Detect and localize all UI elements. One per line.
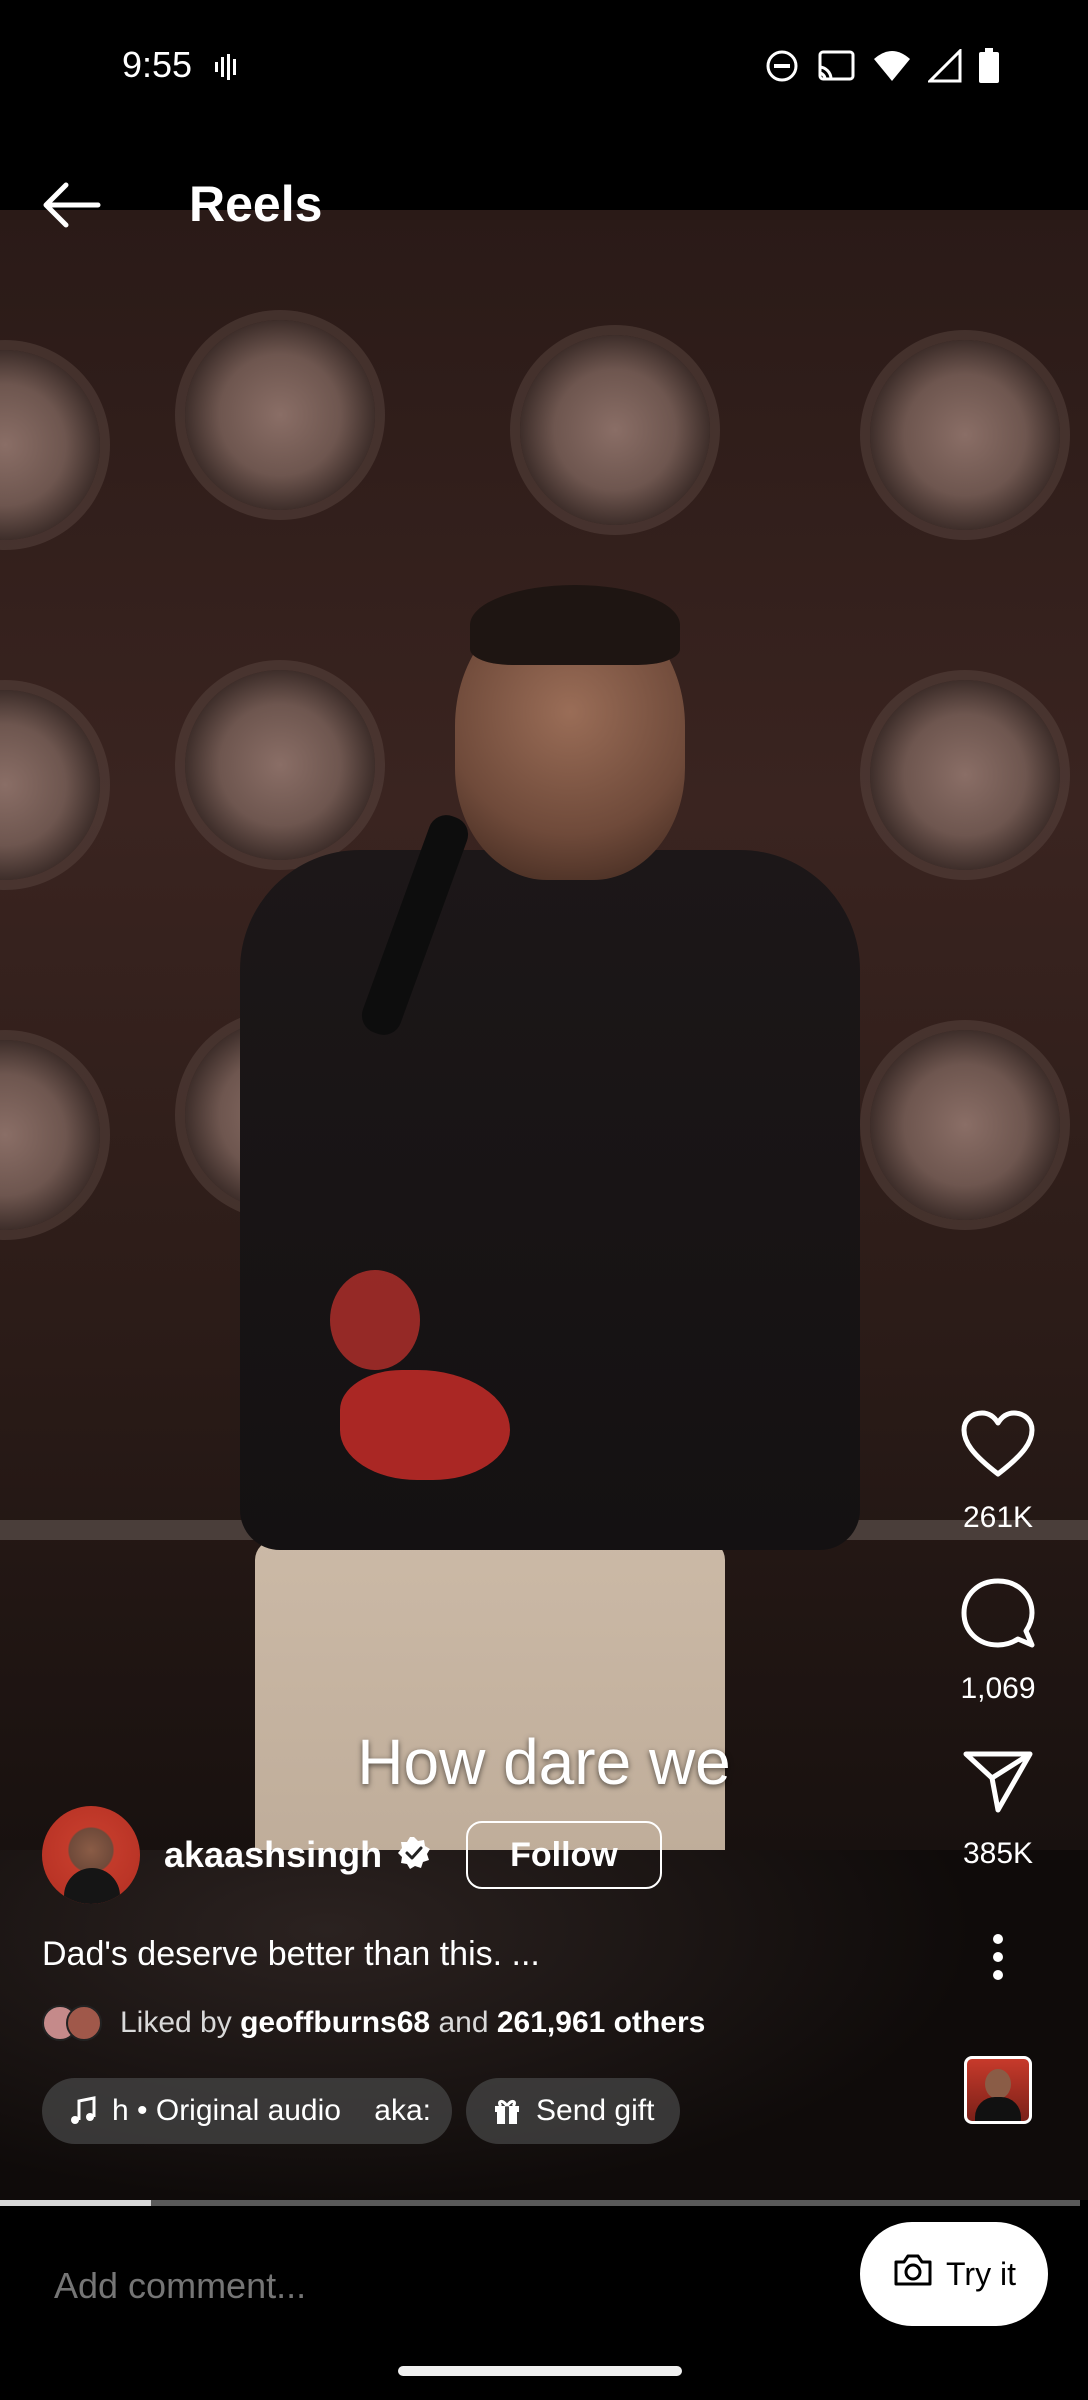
stage-light xyxy=(520,335,710,525)
author-row: akaashsingh Follow xyxy=(42,1805,662,1905)
liker-avatar xyxy=(66,2005,102,2041)
stage-light xyxy=(185,670,375,860)
comment-bar: Try it xyxy=(0,2206,1088,2400)
stage-light xyxy=(0,350,100,540)
back-arrow-icon xyxy=(43,182,101,228)
voice-recording-icon xyxy=(212,52,242,87)
signal-icon xyxy=(926,47,962,88)
liked-by-others[interactable]: 261,961 others xyxy=(497,2006,705,2040)
verified-badge-icon xyxy=(396,1835,432,1876)
heart-icon xyxy=(961,1410,1035,1477)
cast-icon xyxy=(816,49,856,88)
liked-by-prefix: Liked by xyxy=(120,2006,232,2039)
comment-action: 1,069 xyxy=(960,1577,1036,1706)
stage-light xyxy=(0,1040,100,1230)
camera-icon xyxy=(892,2252,934,2296)
comment-bubble-icon xyxy=(961,1578,1035,1648)
like-count: 261K xyxy=(962,1501,1034,1534)
back-button[interactable] xyxy=(36,175,108,235)
page-title: Reels xyxy=(189,176,323,232)
music-note-icon xyxy=(68,2096,98,2126)
stage-light xyxy=(185,320,375,510)
reels-header: Reels xyxy=(0,135,1088,275)
like-action: 261K xyxy=(960,1410,1036,1535)
audio-thumb-face xyxy=(985,2069,1011,2099)
comment-button[interactable] xyxy=(960,1577,1036,1654)
author-username[interactable]: akaashsingh xyxy=(164,1834,382,1876)
send-plane-icon xyxy=(963,1751,1033,1813)
author-avatar[interactable] xyxy=(42,1806,140,1904)
post-description[interactable]: Dad's deserve better than this. ... xyxy=(42,1935,540,1974)
comment-input[interactable] xyxy=(52,2264,816,2308)
status-time: 9:55 xyxy=(122,44,193,85)
like-button[interactable] xyxy=(960,1410,1036,1483)
gift-icon xyxy=(492,2096,522,2126)
liked-by-avatars xyxy=(42,2005,102,2041)
audio-thumb-torso xyxy=(975,2097,1021,2121)
dnd-icon xyxy=(764,48,800,89)
audio-label: h • Original audio aka: xyxy=(112,2094,432,2127)
share-count: 385K xyxy=(962,1837,1034,1870)
original-audio-pill[interactable]: h • Original audio aka: xyxy=(42,2078,452,2144)
home-indicator[interactable] xyxy=(398,2366,682,2376)
wifi-icon xyxy=(872,49,912,88)
liked-by-user[interactable]: geoffburns68 xyxy=(240,2006,430,2040)
status-bar: 9:55 xyxy=(0,0,1088,135)
try-it-label: Try it xyxy=(946,2255,1016,2292)
send-gift-pill[interactable]: Send gift xyxy=(466,2078,681,2144)
more-vertical-icon xyxy=(993,1934,1003,1980)
try-it-button[interactable]: Try it xyxy=(860,2222,1048,2326)
liked-by-row[interactable]: Liked by geoffburns68 and 261,961 others xyxy=(42,2005,705,2041)
audio-thumbnail[interactable] xyxy=(964,2056,1032,2124)
performer-jacket xyxy=(240,850,860,1550)
stage-light xyxy=(870,1030,1060,1220)
share-action: 385K xyxy=(962,1748,1034,1871)
share-button[interactable] xyxy=(962,1748,1034,1819)
stage-light xyxy=(0,690,100,880)
battery-icon xyxy=(978,48,1000,89)
liked-by-and: and xyxy=(438,2006,489,2039)
jacket-tiger-small xyxy=(330,1270,420,1370)
stage-light xyxy=(870,680,1060,870)
comment-count: 1,069 xyxy=(960,1672,1036,1705)
avatar-torso xyxy=(64,1868,120,1904)
pill-row: h • Original audio aka: Send gift xyxy=(42,2078,681,2144)
more-options-button[interactable] xyxy=(990,1933,1006,1986)
send-gift-label: Send gift xyxy=(536,2094,655,2127)
action-column: 261K 1,069 385K xyxy=(908,1410,1088,2124)
reels-screen: How dare we 9:55 Reels 261K 1,069 385K a… xyxy=(0,0,1088,2400)
follow-button[interactable]: Follow xyxy=(466,1821,662,1889)
stage-light xyxy=(870,340,1060,530)
performer-hair xyxy=(470,585,680,665)
